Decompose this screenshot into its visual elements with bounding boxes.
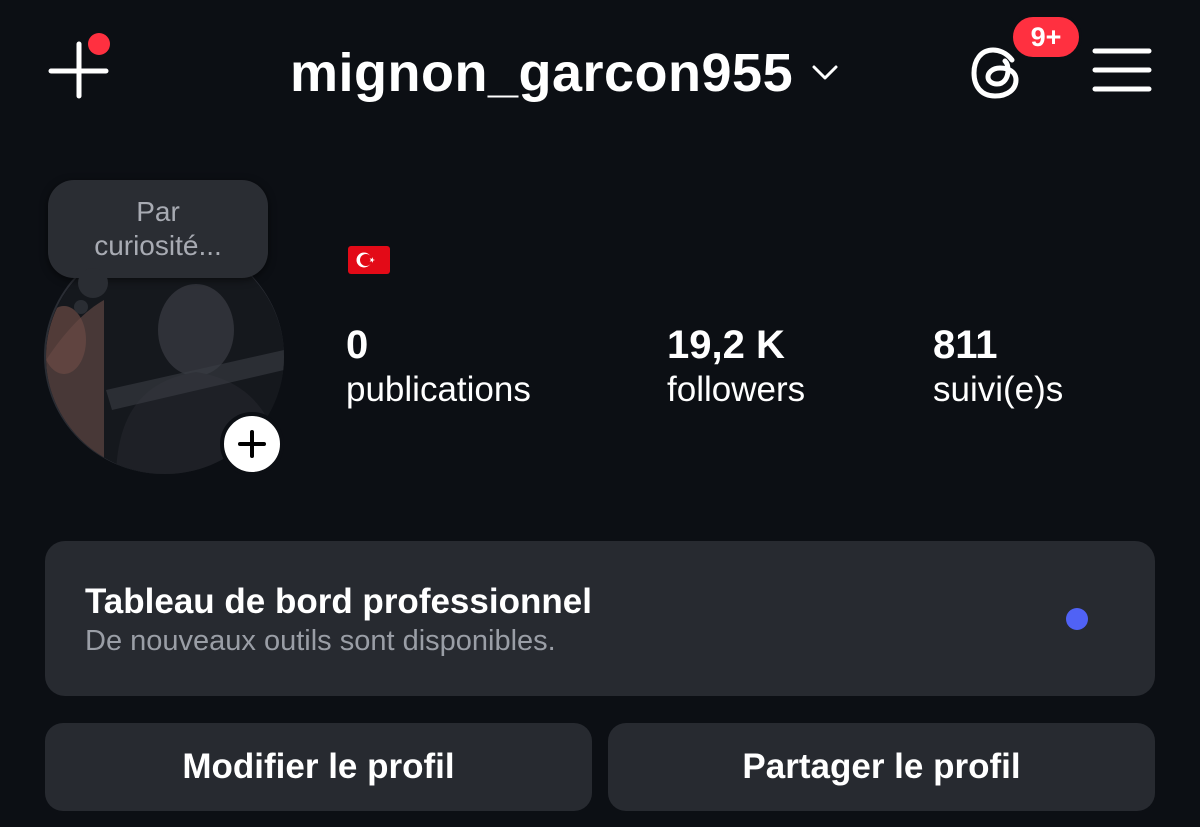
hamburger-menu-icon [1092,48,1152,92]
chevron-down-icon [812,65,838,80]
username: mignon_garcon955 [290,43,794,103]
turkey-flag-icon [348,246,390,274]
dashboard-title: Tableau de bord professionnel [85,582,592,621]
edit-profile-button[interactable]: Modifier le profil [45,723,592,811]
notification-dot [88,33,110,55]
share-profile-button[interactable]: Partager le profil [608,723,1155,811]
profile-note-bubble[interactable]: Par curiosité... [48,180,268,278]
new-indicator-dot [1066,608,1088,630]
professional-dashboard-card[interactable]: Tableau de bord professionnel De nouveau… [45,541,1155,696]
stat-followers-label: followers [667,370,806,409]
menu-button[interactable] [1092,46,1152,94]
stat-posts[interactable]: 0 publications [346,322,531,412]
stat-followers-value: 19,2 K [667,323,785,367]
note-bubble-tail [78,268,108,298]
account-switcher[interactable]: mignon_garcon955 [290,40,839,106]
dashboard-subtitle: De nouveaux outils sont disponibles. [85,625,556,657]
stat-followers[interactable]: 19,2 K followers [667,322,805,412]
stat-following[interactable]: 811 suivi(e)s [933,322,1063,412]
note-bubble-tail-small [74,300,88,314]
stat-posts-value: 0 [346,323,369,367]
stat-following-value: 811 [933,323,998,367]
note-text-line-2: curiosité... [94,230,222,261]
note-text-line-1: Par [136,196,180,227]
threads-notification-badge: 9+ [1010,14,1082,60]
plus-icon [238,430,266,458]
stat-posts-label: publications [346,370,531,409]
stat-following-label: suivi(e)s [933,370,1064,409]
add-story-button[interactable] [220,412,284,476]
